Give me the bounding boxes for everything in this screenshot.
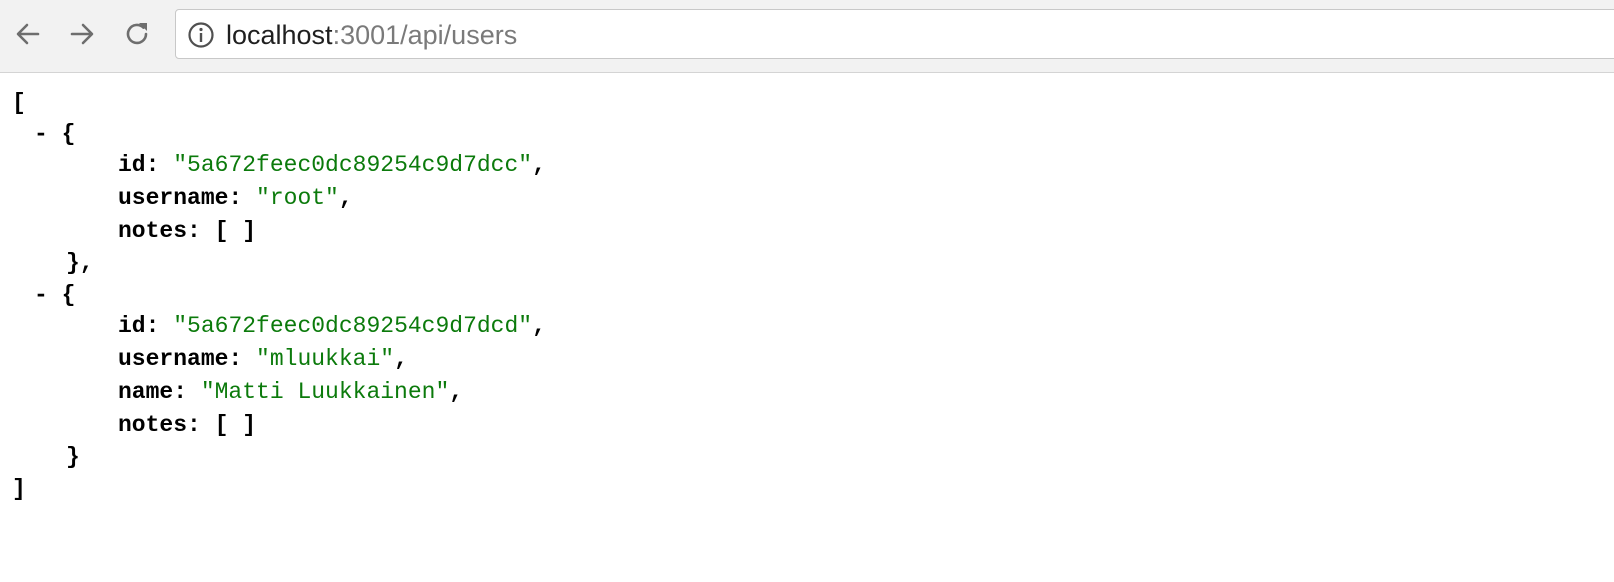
property-row: notes: [ ] — [118, 409, 256, 441]
collapse-toggle[interactable]: - — [34, 282, 48, 308]
property-value: "5a672feec0dc89254c9d7dcc" — [173, 152, 533, 178]
array-close-bracket: ] — [12, 476, 26, 502]
comma: , — [532, 152, 546, 178]
arrow-left-icon — [16, 23, 40, 45]
property-key: username: — [118, 185, 243, 211]
property-row: id: "5a672feec0dc89254c9d7dcd", — [118, 310, 546, 342]
object-header: - { — [34, 279, 75, 311]
property-key: notes: — [118, 218, 201, 244]
property-value: "mluukkai" — [256, 346, 395, 372]
comma: , — [338, 185, 353, 211]
comma: , — [394, 346, 408, 372]
property-row: username: "mluukkai", — [118, 343, 408, 375]
object-open-brace: { — [61, 282, 76, 308]
comma: , — [532, 313, 546, 339]
forward-button[interactable] — [64, 16, 100, 52]
reload-button[interactable] — [119, 16, 155, 52]
address-bar[interactable]: localhost:3001/api/users — [175, 9, 1614, 59]
property-row: id: "5a672feec0dc89254c9d7dcc", — [118, 149, 546, 181]
url-path: :3001/api/users — [332, 20, 518, 50]
property-key: name: — [118, 379, 188, 405]
back-button[interactable] — [10, 16, 46, 52]
property-key: username: — [118, 346, 243, 372]
url-text[interactable]: localhost:3001/api/users — [226, 10, 517, 60]
property-value: "5a672feec0dc89254c9d7dcd" — [173, 313, 533, 339]
collapse-toggle[interactable]: - — [34, 121, 48, 147]
object-close-brace: }, — [66, 250, 94, 276]
object-close-brace: } — [66, 444, 80, 470]
property-value: "Matti Luukkainen" — [200, 379, 450, 405]
property-value: [ ] — [214, 412, 257, 438]
property-row: username: "root", — [118, 182, 353, 214]
property-row: notes: [ ] — [118, 215, 256, 247]
json-viewer: [ - { id: "5a672feec0dc89254c9d7dcc", us… — [0, 73, 1614, 582]
browser-toolbar: localhost:3001/api/users — [0, 0, 1614, 73]
property-value: "root" — [256, 185, 339, 211]
property-value: [ ] — [214, 218, 257, 244]
object-open-brace: { — [61, 121, 76, 147]
comma: , — [449, 379, 464, 405]
property-key: id: — [118, 313, 160, 339]
property-key: notes: — [118, 412, 201, 438]
property-key: id: — [118, 152, 160, 178]
arrow-right-icon — [70, 23, 94, 45]
info-icon[interactable] — [187, 21, 215, 49]
property-row: name: "Matti Luukkainen", — [118, 376, 463, 408]
url-host: localhost — [226, 20, 333, 50]
object-header: - { — [34, 118, 75, 150]
reload-icon — [126, 23, 148, 45]
array-open-bracket: [ — [12, 90, 26, 116]
